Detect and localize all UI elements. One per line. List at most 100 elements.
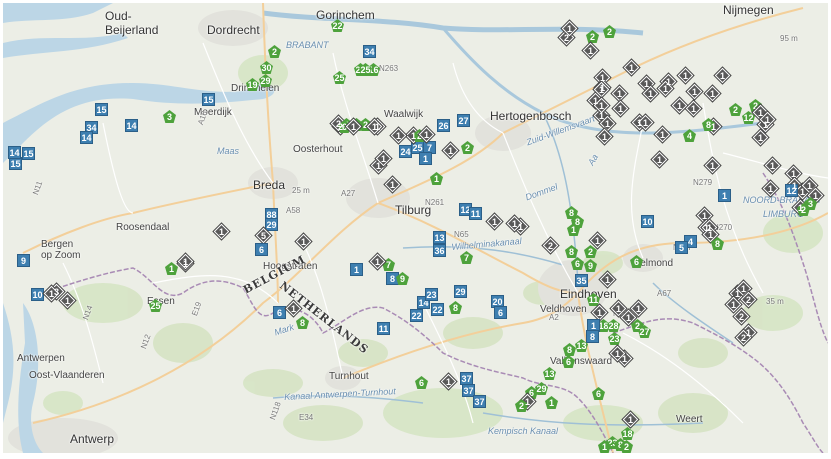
map-marker-blue[interactable]: 11 [469, 207, 482, 220]
map-marker-blue[interactable]: 29 [454, 285, 467, 298]
marker-count: 1 [799, 186, 805, 197]
map-marker-blue[interactable]: 14 [125, 119, 138, 132]
map-marker-blue[interactable]: 14 [80, 131, 93, 144]
map-marker-blue[interactable]: 27 [457, 114, 470, 127]
marker-count: 1 [707, 229, 713, 240]
marker-count: 6 [497, 307, 503, 318]
map-marker-gray[interactable]: 1 [766, 159, 779, 172]
map-marker-gray[interactable]: 1 [179, 255, 192, 268]
marker-count: 1 [599, 72, 605, 83]
map-marker-gray[interactable]: 1 [624, 413, 637, 426]
marker-count: 23 [609, 333, 620, 344]
map-marker-gray[interactable]: 1 [601, 273, 614, 286]
place-label-gorinchem: Gorinchem [316, 8, 375, 22]
map-marker-gray[interactable]: 1 [598, 130, 611, 143]
map-marker-gray[interactable]: 1 [716, 69, 729, 82]
marker-count: 26 [438, 120, 449, 131]
map-marker-gray[interactable]: 1 [371, 255, 384, 268]
marker-count: 8 [714, 238, 720, 249]
map-marker-blue[interactable]: 26 [437, 119, 450, 132]
map-marker-blue[interactable]: 15 [95, 103, 108, 116]
map-marker-blue[interactable]: 15 [202, 93, 215, 106]
map-marker-gray[interactable]: 5 [257, 229, 270, 242]
marker-count: 35 [576, 275, 587, 286]
marker-count: 1 [709, 160, 715, 171]
map-marker-gray[interactable]: 1 [625, 61, 638, 74]
place-label-n261: N261 [425, 198, 445, 207]
map-marker-blue[interactable]: 6 [255, 243, 268, 256]
map-marker-gray[interactable]: 1 [656, 128, 669, 141]
marker-count: 22 [332, 20, 343, 31]
map-marker-blue[interactable]: 9 [17, 254, 30, 267]
place-label-n263: N263 [379, 64, 399, 73]
marker-count: 1 [300, 236, 306, 247]
map-marker-gray[interactable]: 1 [679, 69, 692, 82]
marker-count: 12 [743, 112, 754, 123]
map-marker-gray[interactable]: 2 [742, 293, 755, 306]
map-canvas[interactable]: Dordrecht Oud- Beijerland Gorinchem Nijmege… [3, 3, 828, 453]
place-label-elev-25: 25 m [292, 186, 310, 195]
map-marker-blue[interactable]: 14 [8, 146, 21, 159]
marker-count: 25 [360, 64, 371, 75]
map-marker-blue[interactable]: 35 [575, 274, 588, 287]
map-marker-gray[interactable]: 1 [688, 85, 701, 98]
marker-count: 6 [565, 356, 571, 367]
map-marker-gray[interactable]: 1 [347, 120, 360, 133]
map-marker-blue[interactable]: 11 [377, 322, 390, 335]
map-marker-gray[interactable]: 1 [754, 131, 767, 144]
map-marker-blue[interactable]: 6 [273, 306, 286, 319]
map-marker-gray[interactable]: 1 [706, 159, 719, 172]
marker-count: 4 [687, 236, 693, 247]
map-marker-blue[interactable]: 36 [433, 244, 446, 257]
map-marker-blue[interactable]: 5 [675, 241, 688, 254]
map-marker-gray[interactable]: 1 [593, 306, 606, 319]
place-label-waalwijk: Waalwijk [384, 109, 424, 120]
map-marker-gray[interactable]: 2 [735, 310, 748, 323]
map-marker-gray[interactable]: 1 [653, 153, 666, 166]
map-marker-gray[interactable]: 1 [215, 225, 228, 238]
map-marker-blue[interactable]: 22 [410, 309, 423, 322]
map-marker-blue[interactable]: 23 [425, 288, 438, 301]
map-marker-gray[interactable]: 1 [420, 128, 433, 141]
map-marker-blue[interactable]: 34 [363, 45, 376, 58]
map-marker-blue[interactable]: 37 [473, 395, 486, 408]
map-marker-blue[interactable]: 8 [586, 330, 599, 343]
map-marker-gray[interactable]: 1 [386, 178, 399, 191]
map-marker-gray[interactable]: 1 [764, 182, 777, 195]
map-marker-blue[interactable]: 1 [350, 263, 363, 276]
marker-count: 1 [740, 283, 746, 294]
map-marker-blue[interactable]: 1 [419, 152, 432, 165]
map-marker-gray[interactable]: 1 [61, 294, 74, 307]
map-marker-blue[interactable]: 10 [31, 288, 44, 301]
map-marker-blue[interactable]: 13 [433, 231, 446, 244]
map-marker-blue[interactable]: 10 [641, 215, 654, 228]
map-marker-gray[interactable]: 1 [644, 87, 657, 100]
marker-count: 9 [399, 273, 405, 284]
map-marker-gray[interactable]: 1 [392, 129, 405, 142]
map-marker-gray[interactable]: 1 [706, 87, 719, 100]
map-marker-gray[interactable]: 1 [632, 302, 645, 315]
map-marker-blue[interactable]: 1 [718, 189, 731, 202]
map-marker-gray[interactable]: 1 [444, 144, 457, 157]
map-marker-gray[interactable]: 1 [287, 302, 300, 315]
marker-count: 8 [589, 331, 595, 342]
marker-count: 11 [378, 323, 389, 334]
map-marker-gray[interactable]: 1 [297, 235, 310, 248]
marker-count: 1 [636, 117, 642, 128]
map-marker-gray[interactable]: 1 [442, 375, 455, 388]
marker-count: 5 [678, 242, 684, 253]
map-marker-gray[interactable]: 1 [673, 99, 686, 112]
map-marker-gray[interactable]: 1 [488, 215, 501, 228]
map-marker-gray[interactable]: 1 [591, 234, 604, 247]
map-marker-gray[interactable]: 1 [614, 102, 627, 115]
map-marker-gray[interactable]: 1 [613, 87, 626, 100]
map-marker-blue[interactable]: 22 [431, 303, 444, 316]
map-marker-gray[interactable]: 1 [687, 102, 700, 115]
marker-count: 1 [374, 256, 380, 267]
map-marker-gray[interactable]: 1 [595, 83, 608, 96]
map-marker-gray[interactable]: 1 [584, 44, 597, 57]
map-marker-blue[interactable]: 15 [22, 147, 35, 160]
map-marker-blue[interactable]: 6 [494, 306, 507, 319]
map-marker-gray[interactable]: 2 [544, 239, 557, 252]
place-label-oosterhout: Oosterhout [293, 144, 343, 155]
